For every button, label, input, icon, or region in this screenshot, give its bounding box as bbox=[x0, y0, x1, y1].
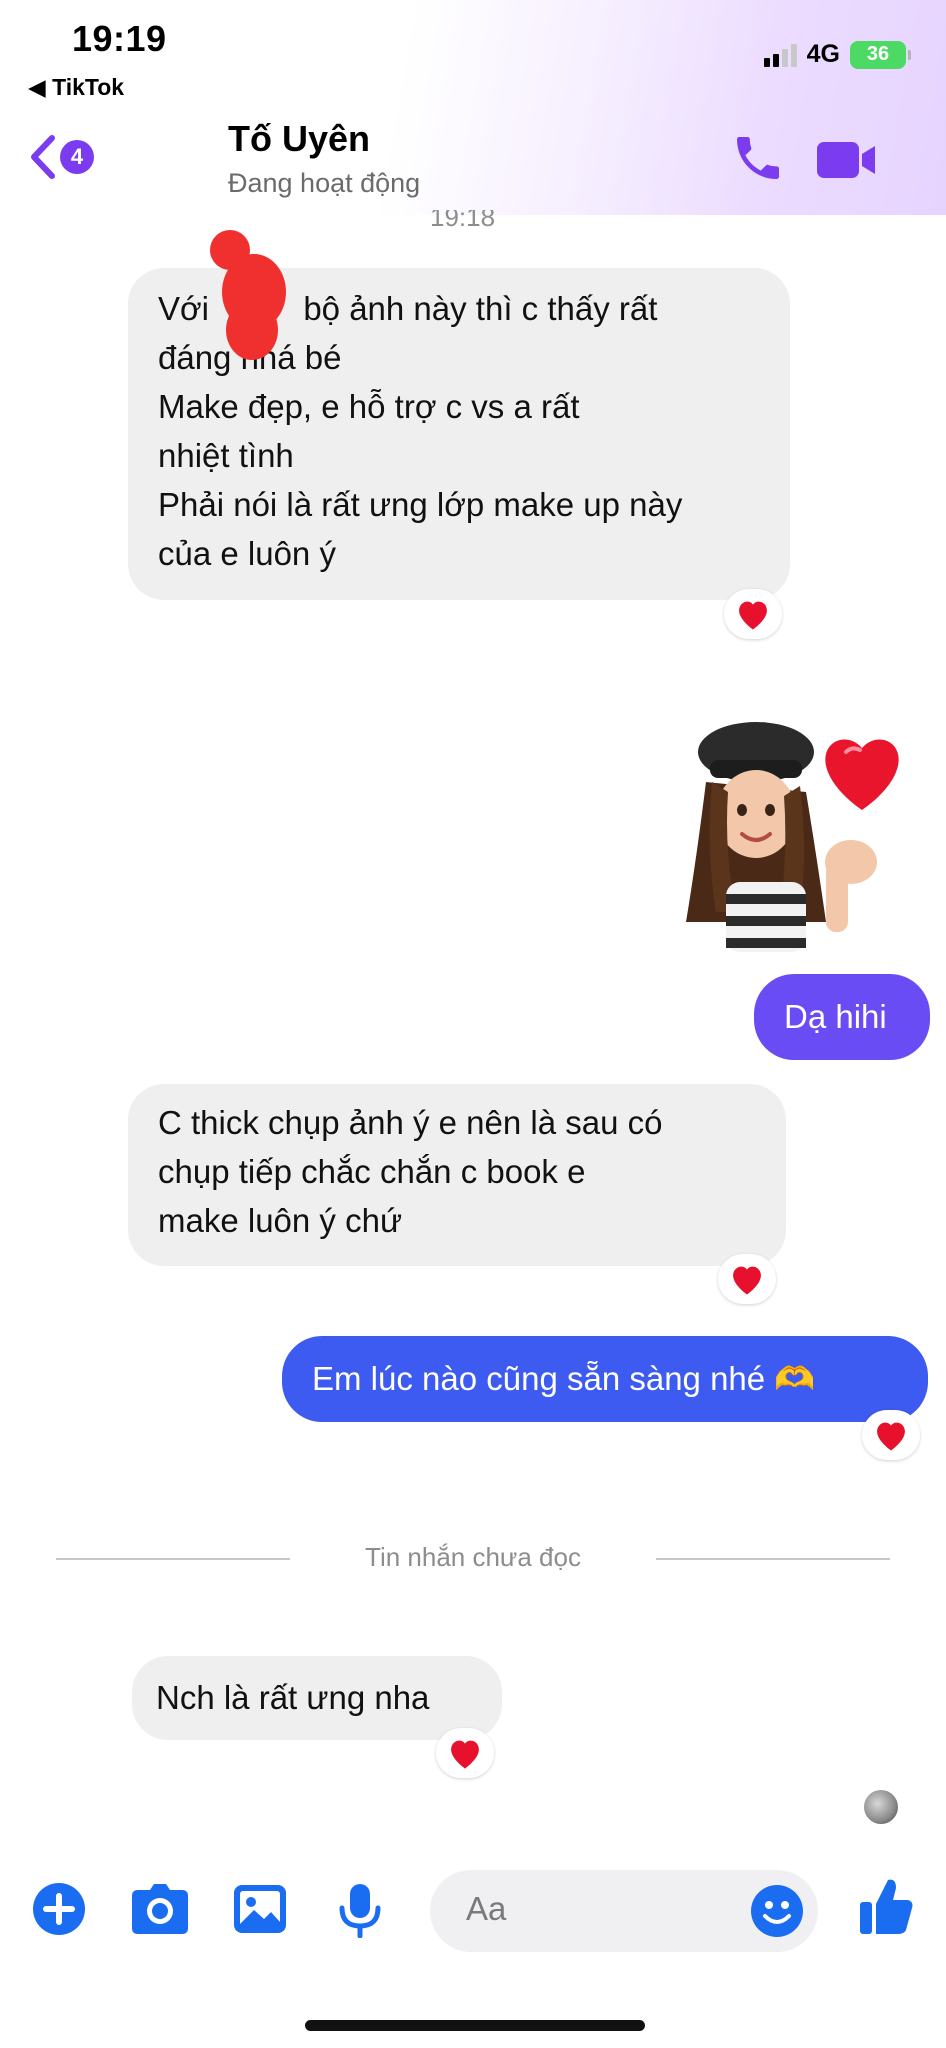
message-line: C thick chụp ảnh ý e nên là sau có bbox=[158, 1104, 663, 1141]
contact-name[interactable]: Tố Uyên bbox=[228, 118, 370, 160]
camera-icon bbox=[132, 1884, 188, 1934]
emoji-icon bbox=[751, 1885, 803, 1937]
message-reaction[interactable] bbox=[436, 1728, 494, 1778]
battery-icon: 36 bbox=[850, 40, 911, 69]
emoji-button[interactable] bbox=[750, 1884, 804, 1943]
home-indicator bbox=[305, 2020, 645, 2031]
message-line: Make đẹp, e hỗ trợ c vs a rất bbox=[158, 388, 580, 425]
plus-icon bbox=[33, 1883, 85, 1935]
microphone-icon bbox=[339, 1884, 381, 1939]
heart-reaction-icon bbox=[877, 1422, 905, 1451]
sticker-avatar-heart bbox=[686, 722, 899, 952]
incoming-message-bubble[interactable]: C thick chụp ảnh ý e nên là sau có chụp … bbox=[128, 1084, 786, 1266]
thumbs-up-icon bbox=[860, 1879, 913, 1934]
message-input-placeholder: Aa bbox=[466, 1890, 507, 1927]
message-line: chụp tiếp chắc chắn c book e bbox=[158, 1153, 586, 1190]
message-text: Em lúc nào cũng sẵn sàng nhé 🫶 bbox=[312, 1359, 816, 1397]
message-reaction[interactable] bbox=[724, 589, 782, 639]
heart-reaction-icon bbox=[739, 601, 767, 630]
message-reaction[interactable] bbox=[718, 1254, 776, 1304]
message-text: Với bbox=[158, 290, 209, 327]
voice-call-button[interactable] bbox=[730, 130, 786, 191]
status-indicators: 4G 36 bbox=[763, 40, 911, 69]
message-line: của e luôn ý bbox=[158, 535, 336, 572]
more-actions-button[interactable] bbox=[32, 1882, 86, 1941]
divider-line-left bbox=[56, 1558, 290, 1560]
cellular-signal-icon bbox=[763, 43, 797, 67]
video-camera-icon bbox=[817, 142, 875, 178]
like-button[interactable] bbox=[858, 1876, 914, 1941]
network-type: 4G bbox=[806, 40, 840, 68]
message-text: Dạ hihi bbox=[784, 998, 887, 1035]
incoming-message-bubble[interactable]: Nch là rất ưng nha bbox=[132, 1656, 502, 1740]
camera-button[interactable] bbox=[130, 1882, 190, 1941]
outgoing-message-bubble[interactable]: Em lúc nào cũng sẵn sàng nhé 🫶 bbox=[282, 1336, 928, 1422]
message-line: make luôn ý chứ bbox=[158, 1202, 403, 1239]
back-to-app-link[interactable]: ◀ TikTok bbox=[28, 74, 124, 101]
message-reaction[interactable] bbox=[862, 1410, 920, 1460]
message-line: nhiệt tình bbox=[158, 437, 294, 474]
battery-level: 36 bbox=[866, 43, 890, 65]
contact-status: Đang hoạt động bbox=[228, 168, 421, 198]
message-line: Phải nói là rất ưng lớp make up này bbox=[158, 486, 683, 523]
status-time: 19:19 bbox=[72, 18, 167, 59]
unread-count-badge: 4 bbox=[60, 140, 94, 174]
heart-reaction-icon bbox=[733, 1266, 761, 1295]
image-icon bbox=[234, 1885, 286, 1933]
back-chevron-icon bbox=[31, 135, 55, 179]
outgoing-message-bubble[interactable]: Dạ hihi bbox=[754, 974, 930, 1060]
seen-receipt-avatar bbox=[864, 1790, 898, 1824]
voice-message-button[interactable] bbox=[338, 1882, 382, 1943]
message-line: Nch là rất ưng nha bbox=[156, 1679, 430, 1716]
back-button[interactable]: 4 bbox=[28, 134, 94, 180]
message-input[interactable]: Aa bbox=[430, 1870, 818, 1952]
message-text: bộ ảnh này thì c thấy rất bbox=[303, 290, 658, 327]
divider-line-right bbox=[656, 1558, 890, 1560]
unread-messages-divider: Tin nhắn chưa đọc bbox=[365, 1542, 581, 1572]
heart-reaction-icon bbox=[451, 1740, 479, 1769]
video-call-button[interactable] bbox=[815, 138, 879, 187]
gallery-button[interactable] bbox=[232, 1882, 288, 1941]
phone-icon bbox=[737, 137, 779, 179]
avatar-heart-sticker[interactable] bbox=[676, 712, 916, 952]
